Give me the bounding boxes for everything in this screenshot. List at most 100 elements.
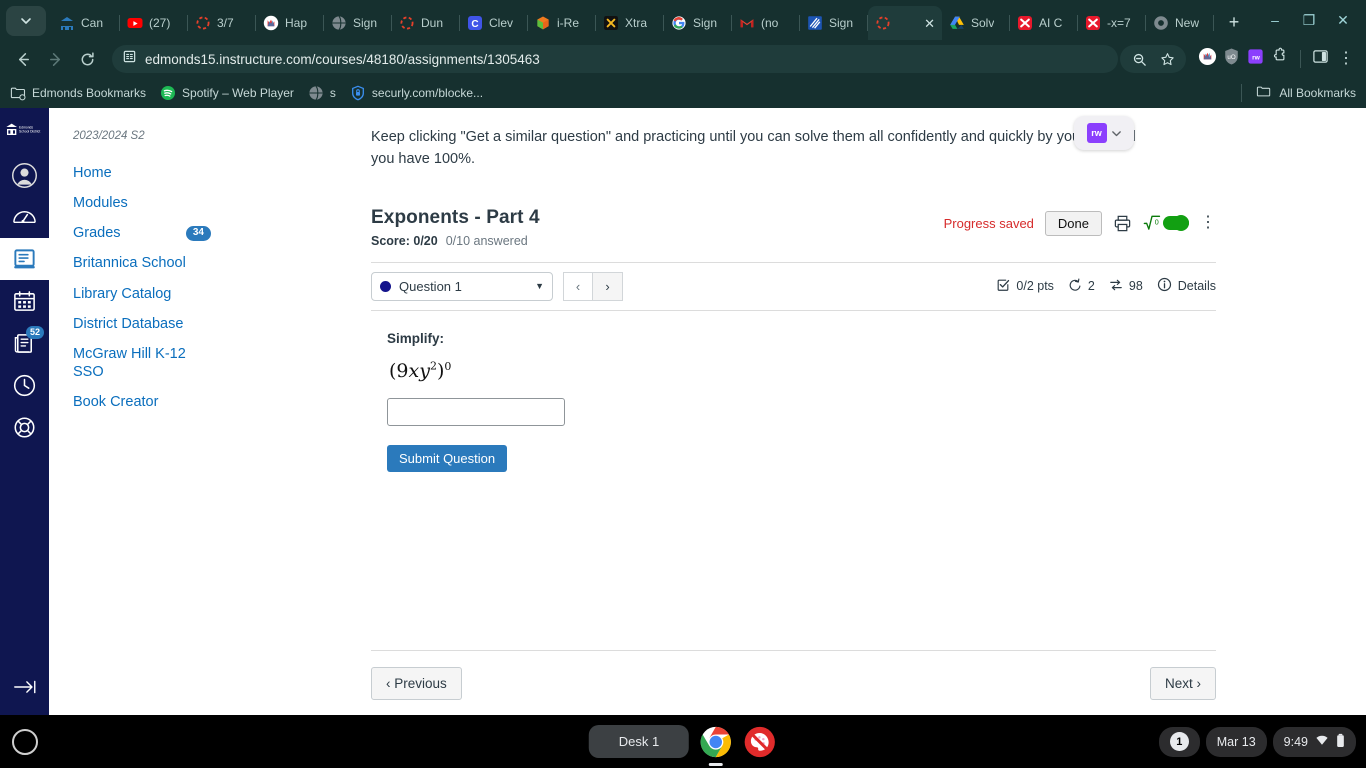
next-question-button[interactable]: › — [593, 271, 623, 301]
browser-tab[interactable]: Can — [52, 6, 120, 40]
extensions-puzzle-icon[interactable] — [1270, 47, 1289, 71]
close-tab-icon[interactable]: ✕ — [924, 17, 935, 30]
global-nav-calendar[interactable] — [0, 280, 49, 322]
tab-label: Sign — [693, 16, 718, 30]
global-nav-dashboard[interactable] — [0, 196, 49, 238]
course-nav-item[interactable]: Modules — [73, 188, 221, 218]
paint-blocked-app-icon[interactable] — [743, 725, 777, 759]
bookmark-label: Edmonds Bookmarks — [32, 86, 147, 100]
submit-question-button[interactable]: Submit Question — [387, 445, 508, 473]
nearpod-ext-icon[interactable] — [1198, 47, 1217, 71]
browser-tab[interactable]: (no — [732, 6, 800, 40]
course-nav-item[interactable]: McGraw Hill K-12 SSO — [73, 339, 221, 387]
side-panel-icon[interactable] — [1312, 48, 1329, 70]
bookmark-item[interactable]: Spotify – Web Player — [160, 85, 294, 101]
ublock-ext-icon[interactable]: uO — [1222, 47, 1241, 71]
browser-tab[interactable]: -x=7 — [1078, 6, 1146, 40]
loading-icon — [876, 16, 890, 30]
content-inner: rw Keep clicking "Get a similar question… — [371, 116, 1216, 701]
course-nav-item[interactable]: Britannica School — [73, 248, 221, 278]
course-nav-item[interactable]: Home — [73, 158, 221, 188]
course-nav-item[interactable]: Grades 34 — [73, 218, 221, 248]
back-button[interactable] — [8, 44, 38, 74]
canvas-icon — [61, 17, 73, 30]
tab-search-button[interactable] — [6, 6, 46, 36]
assignment-more-menu-icon[interactable]: ⋮ — [1200, 215, 1216, 231]
tab-label: 3/7 — [217, 16, 234, 30]
browser-tab[interactable]: AI C — [1010, 6, 1078, 40]
global-nav-collapse[interactable] — [0, 673, 49, 715]
question-select-dropdown[interactable]: Question 1 ▼ — [371, 271, 553, 301]
browser-tab[interactable]: (27) — [120, 6, 188, 40]
browser-tab[interactable]: Solv — [942, 6, 1010, 40]
browser-window: Can (27) 3/7 Hap Sign Dun C Clev i-Re Xtra Sign (no… — [0, 0, 1366, 715]
bookmark-item[interactable]: s — [308, 85, 336, 101]
readwrite-ext-icon[interactable]: rw — [1246, 47, 1265, 71]
mathway-icon — [1018, 16, 1032, 30]
bookmark-star-icon[interactable] — [1154, 46, 1180, 72]
browser-tab[interactable]: Sign — [664, 6, 732, 40]
global-nav-courses[interactable] — [0, 238, 49, 280]
global-nav-account[interactable] — [0, 154, 49, 196]
all-bookmarks-label[interactable]: All Bookmarks — [1279, 86, 1356, 100]
browser-tab[interactable]: C Clev — [460, 6, 528, 40]
tab-label: Hap — [285, 16, 308, 30]
toggle-switch[interactable] — [1163, 215, 1189, 232]
course-nav-item[interactable]: Book Creator — [73, 387, 221, 417]
svg-text:rw: rw — [1252, 54, 1261, 61]
minimize-button[interactable]: – — [1258, 6, 1292, 34]
question-meta: 0/2 pts 2 98 Details — [996, 277, 1216, 295]
reload-button[interactable] — [72, 44, 102, 74]
maximize-button[interactable]: ❐ — [1292, 6, 1326, 34]
bookmark-item[interactable]: securly.com/blocke... — [350, 85, 483, 101]
address-bar[interactable]: edmonds15.instructure.com/courses/48180/… — [112, 45, 1118, 73]
global-nav-history[interactable] — [0, 364, 49, 406]
date-tray[interactable]: Mar 13 — [1205, 726, 1267, 757]
info-icon[interactable] — [1157, 277, 1172, 295]
running-indicator — [709, 762, 724, 766]
chrome-app-icon[interactable] — [699, 725, 733, 766]
previous-page-button[interactable]: ‹ Previous — [371, 667, 462, 701]
details-label[interactable]: Details — [1178, 279, 1216, 293]
question-bar: Question 1 ▼ ‹ › 0/2 pts 2 98 Details — [371, 261, 1216, 311]
bookmark-item[interactable]: Edmonds Bookmarks — [10, 85, 146, 101]
course-nav-badge: 34 — [185, 226, 211, 241]
readwrite-floating-widget[interactable]: rw — [1074, 116, 1134, 150]
browser-tab[interactable]: Xtra — [596, 6, 664, 40]
browser-tab[interactable]: New — [1146, 6, 1214, 40]
course-nav-item[interactable]: Library Catalog — [73, 279, 221, 309]
omnibox-actions — [1120, 45, 1186, 73]
district-logo[interactable]: Edmonds School District — [5, 116, 45, 142]
global-nav-help[interactable] — [0, 406, 49, 448]
browser-tab[interactable]: Hap — [256, 6, 324, 40]
page-info-icon[interactable] — [122, 49, 137, 69]
notification-tray[interactable]: 1 — [1158, 726, 1200, 757]
browser-tab[interactable]: Sign — [324, 6, 392, 40]
browser-tab[interactable]: Dun — [392, 6, 460, 40]
next-page-button[interactable]: Next › — [1149, 667, 1216, 701]
new-tab-button[interactable]: + — [1220, 8, 1248, 36]
global-nav-inbox[interactable]: 52 — [0, 322, 49, 364]
svg-text:School District: School District — [19, 129, 40, 133]
browser-tab[interactable]: ✕ — [868, 6, 942, 40]
clever-icon: C — [468, 16, 482, 30]
status-tray[interactable]: 9:49 — [1272, 726, 1356, 757]
course-nav-item[interactable]: District Database — [73, 309, 221, 339]
browser-tab[interactable]: 3/7 — [188, 6, 256, 40]
zoom-out-icon[interactable] — [1126, 46, 1152, 72]
browser-tab[interactable]: i-Re — [528, 6, 596, 40]
math-mode-toggle[interactable]: 0 — [1143, 214, 1189, 232]
answer-input[interactable] — [387, 398, 565, 427]
extension-icons: uO rw ⋮ — [1188, 47, 1358, 71]
chrome-menu-icon[interactable]: ⋮ — [1334, 51, 1358, 67]
desk-button[interactable]: Desk 1 — [588, 725, 690, 758]
close-window-button[interactable]: ✕ — [1326, 6, 1360, 34]
bookmark-label: Spotify – Web Player — [182, 86, 294, 100]
forward-button[interactable] — [40, 44, 70, 74]
launcher-icon[interactable] — [12, 728, 38, 755]
previous-question-button[interactable]: ‹ — [563, 271, 593, 301]
done-button[interactable]: Done — [1044, 210, 1102, 236]
question-selector-area: Question 1 ▼ ‹ › — [371, 271, 623, 301]
browser-tab[interactable]: Sign — [800, 6, 868, 40]
printer-icon[interactable] — [1113, 214, 1132, 233]
